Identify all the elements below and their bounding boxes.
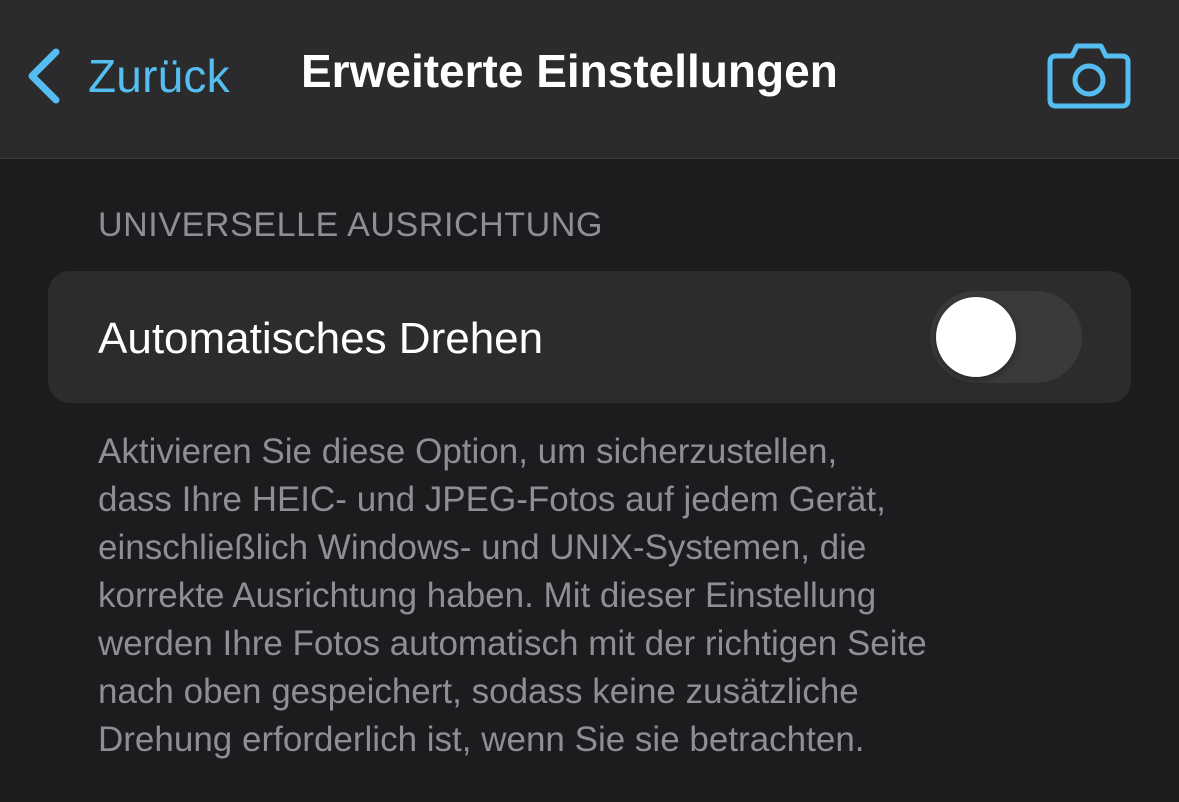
footer-line: dass Ihre HEIC- und JPEG-Fotos auf jedem… [98, 480, 886, 519]
back-button-label: Zurück [88, 50, 230, 102]
camera-icon [1047, 43, 1131, 109]
toggle-knob [936, 297, 1016, 377]
page-title: Erweiterte Einstellungen [301, 45, 838, 97]
footer-line: einschließlich Windows- und UNIX-Systeme… [98, 528, 867, 567]
settings-group: Automatisches Drehen [48, 271, 1131, 403]
camera-button[interactable] [1046, 40, 1132, 110]
navigation-bar: Zurück Erweiterte Einstellungen [0, 0, 1179, 159]
back-button[interactable]: Zurück [24, 44, 230, 108]
footer-line: Aktivieren Sie diese Option, um sicherzu… [98, 432, 838, 471]
section-footer: Aktivieren Sie diese Option, um sicherzu… [98, 428, 1098, 764]
auto-rotate-label: Automatisches Drehen [98, 314, 544, 363]
footer-line: Drehung erforderlich ist, wenn Sie sie b… [98, 720, 865, 759]
footer-line: werden Ihre Fotos automatisch mit der ri… [98, 624, 927, 663]
auto-rotate-toggle[interactable] [930, 291, 1082, 383]
footer-line: korrekte Ausrichtung haben. Mit dieser E… [98, 576, 877, 615]
chevron-left-icon [28, 48, 60, 104]
section-header: UNIVERSELLE AUSRICHTUNG [98, 206, 604, 244]
footer-line: nach oben gespeichert, sodass keine zusä… [98, 672, 859, 711]
